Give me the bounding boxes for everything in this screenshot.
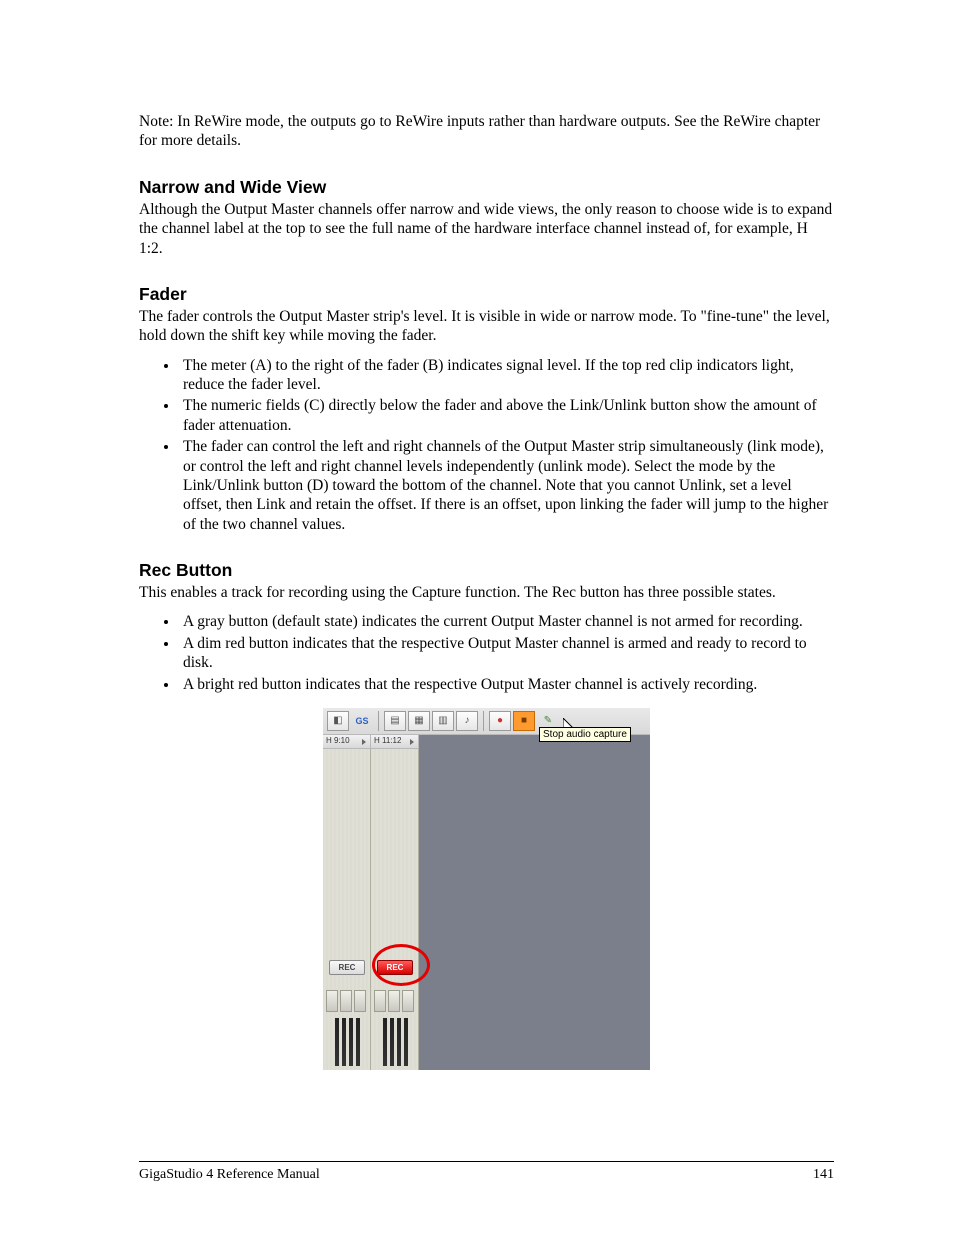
list-item: A gray button (default state) indicates … [179,612,834,631]
footer-title: GigaStudio 4 Reference Manual [139,1167,320,1183]
view2-icon[interactable]: ▦ [408,711,430,731]
list-item: The numeric fields (C) directly below th… [179,396,834,435]
record-icon[interactable]: ● [489,711,511,731]
heading-narrow-wide: Narrow and Wide View [139,177,834,198]
fader-slot[interactable] [354,990,366,1012]
body-narrow-wide: Although the Output Master channels offe… [139,200,834,258]
tooltip: Stop audio capture [539,727,631,742]
note-paragraph: Note: In ReWire mode, the outputs go to … [139,112,834,151]
channel-label[interactable]: H 9:10 [323,735,371,749]
stop-capture-icon[interactable]: ■ [513,711,535,731]
fader-slot[interactable] [374,990,386,1012]
footer-rule [139,1161,834,1162]
page-footer: GigaStudio 4 Reference Manual 141 [139,1167,834,1183]
document-page: Note: In ReWire mode, the outputs go to … [0,0,954,1235]
channel-label[interactable]: H 11:12 [371,735,419,749]
heading-rec: Rec Button [139,560,834,581]
fader-slot[interactable] [402,990,414,1012]
toolbar-divider [378,711,379,731]
meter [390,1018,394,1066]
body-fader: The fader controls the Output Master str… [139,307,834,346]
meter [397,1018,401,1066]
section-rec: Rec Button This enables a track for reco… [139,560,834,694]
heading-fader: Fader [139,284,834,305]
channel-label-row: H 9:10 H 11:12 [323,735,419,749]
meter [383,1018,387,1066]
meter [349,1018,353,1066]
meter [404,1018,408,1066]
gs-icon[interactable]: GS [351,711,373,731]
list-item: A bright red button indicates that the r… [179,675,834,694]
list-rec: A gray button (default state) indicates … [139,612,834,694]
list-fader: The meter (A) to the right of the fader … [139,356,834,534]
section-fader: Fader The fader controls the Output Mast… [139,284,834,534]
channel-strip: REC [323,749,371,1070]
list-item: The fader can control the left and right… [179,437,834,534]
screenshot-figure: ◧ GS ▤ ▦ ▥ ♪ ● ■ ✎ Stop audio capture H … [323,708,650,1070]
page-number: 141 [813,1167,834,1183]
list-item: A dim red button indicates that the resp… [179,634,834,673]
channel-strip: REC [371,749,419,1070]
meter [342,1018,346,1066]
view3-icon[interactable]: ▥ [432,711,454,731]
meter-group [331,1015,363,1070]
fader-slot[interactable] [340,990,352,1012]
meter-group [379,1015,411,1070]
rec-button[interactable]: REC [329,960,365,975]
list-item: The meter (A) to the right of the fader … [179,356,834,395]
fader-block [326,990,368,1012]
body-rec: This enables a track for recording using… [139,583,834,602]
fader-block [374,990,416,1012]
toolbar-divider [483,711,484,731]
view1-icon[interactable]: ▤ [384,711,406,731]
rec-button-armed[interactable]: REC [377,960,413,975]
fader-slot[interactable] [326,990,338,1012]
meter [335,1018,339,1066]
section-narrow-wide: Narrow and Wide View Although the Output… [139,177,834,258]
piano-icon[interactable]: ♪ [456,711,478,731]
app-icon[interactable]: ◧ [327,711,349,731]
meter [356,1018,360,1066]
fader-slot[interactable] [388,990,400,1012]
